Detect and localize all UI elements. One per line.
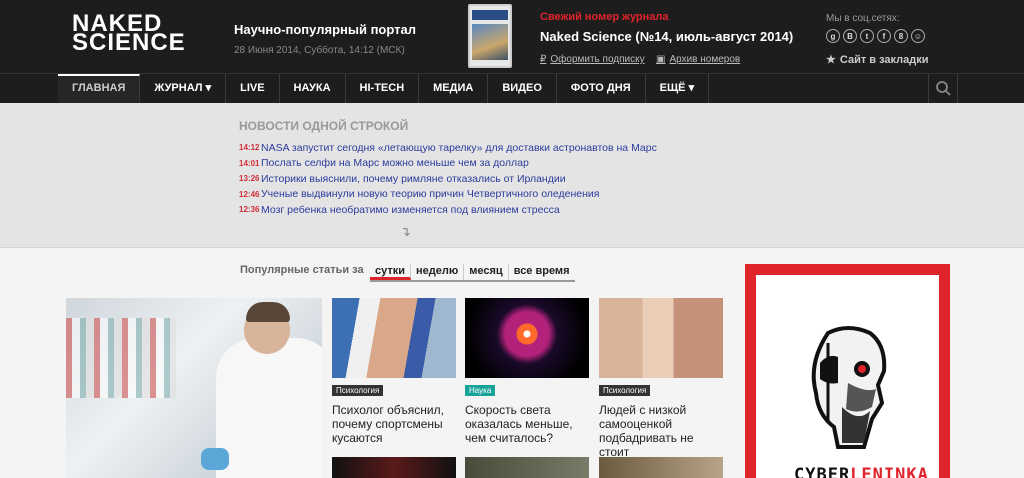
nav-item-hitech[interactable]: HI-TECH [346,74,420,103]
twitter-icon[interactable]: t [860,29,874,43]
tab-month[interactable]: месяц [464,264,509,280]
archive-link[interactable]: ▣ Архив номеров [656,54,740,65]
article-image[interactable] [465,298,589,378]
archive-icon: ▣ [656,54,666,65]
news-headline[interactable]: NASA запустит сегодня «летающую тарелку»… [261,142,657,154]
article-title[interactable]: Скорость света оказалась меньше, чем счи… [465,403,593,445]
news-list: 14:12 NASA запустит сегодня «летающую та… [239,140,657,218]
site-logo[interactable]: NAKED SCIENCE [72,12,186,56]
magazine-cover-thumbnail[interactable] [468,4,512,68]
issue-title[interactable]: Naked Science (№14, июль-август 2014) [540,29,793,44]
fresh-issue-label: Свежий номер журнала [540,11,669,23]
category-badge[interactable]: Психология [599,385,651,396]
article-image[interactable] [599,298,723,378]
logo-line-2: SCIENCE [72,29,186,56]
subscribe-link[interactable]: ₽ Оформить подписку [540,54,645,65]
more-news-arrow-icon[interactable]: ↴ [400,224,411,240]
news-item[interactable]: 14:12 NASA запустит сегодня «летающую та… [239,140,657,156]
nav-item-live[interactable]: LIVE [226,74,280,103]
social-icons: g В t f 8 ☺ [826,29,925,43]
news-headline[interactable]: Мозг ребенка необратимо изменяется под в… [261,204,560,216]
news-headline[interactable]: Послать селфи на Марс можно меньше чем з… [261,157,529,169]
news-time: 14:01 [239,158,260,168]
news-time: 14:12 [239,143,260,153]
site-tagline: Научно-популярный портал [234,22,416,37]
news-time: 12:46 [239,189,260,199]
cyberleninka-banner[interactable]: CYBERLENINKA [745,264,950,478]
tab-all-time[interactable]: все время [509,264,575,280]
nav-item-video[interactable]: ВИДЕО [488,74,557,103]
article-title[interactable]: Людей с низкой самооценкой подбадривать … [599,403,727,459]
subscribe-link-label: Оформить подписку [550,54,645,65]
nav-item-journal[interactable]: ЖУРНАЛ ▾ [140,74,227,103]
nav-item-photo-of-day[interactable]: ФОТО ДНЯ [557,74,646,103]
article-title[interactable]: Психолог объяснил, почему спортсмены кус… [332,403,460,445]
archive-link-label: Архив номеров [669,54,741,65]
ruble-icon: ₽ [540,54,547,65]
main-nav: ГЛАВНАЯ ЖУРНАЛ ▾ LIVE НАУКА HI-TECH МЕДИ… [0,73,1024,103]
article-image[interactable] [332,457,456,478]
google-plus-icon[interactable]: g [826,29,840,43]
bookmark-label: Сайт в закладки [839,53,929,66]
moimir-icon[interactable]: ☺ [911,29,925,43]
news-section-title: НОВОСТИ ОДНОЙ СТРОКОЙ [239,119,409,133]
current-datetime: 28 Июня 2014, Суббота, 14:12 (МСК) [234,45,405,56]
news-headline[interactable]: Ученые выдвинули новую теорию причин Чет… [261,188,600,200]
cyberleninka-wordmark: CYBERLENINKA [794,465,929,478]
news-item[interactable]: 14:01 Послать селфи на Марс можно меньше… [239,156,657,172]
featured-article-image[interactable] [66,298,322,478]
popular-label: Популярные статьи за [240,264,364,276]
news-in-one-line: НОВОСТИ ОДНОЙ СТРОКОЙ 14:12 NASA запусти… [0,103,1024,248]
nav-item-science[interactable]: НАУКА [280,74,346,103]
category-badge[interactable]: Психология [332,385,384,396]
news-headline[interactable]: Историки выяснили, почему римляне отказа… [261,173,566,185]
news-item[interactable]: 13:26 Историки выяснили, почему римляне … [239,171,657,187]
star-icon: ★ [826,54,836,66]
article-image[interactable] [332,298,456,378]
news-time: 12:36 [239,205,260,215]
nav-item-home[interactable]: ГЛАВНАЯ [58,74,141,103]
news-time: 13:26 [239,174,260,184]
social-label: Мы в соц.сетях: [826,13,900,24]
article-image[interactable] [465,457,589,478]
tab-week[interactable]: неделю [411,264,465,280]
news-item[interactable]: 12:46 Ученые выдвинули новую теорию прич… [239,187,657,203]
vkontakte-icon[interactable]: В [843,29,857,43]
bookmark-link[interactable]: ★ Сайт в закладки [826,53,929,67]
nav-item-more[interactable]: ЕЩЁ ▾ [646,74,710,103]
article-image[interactable] [599,457,723,478]
facebook-icon[interactable]: f [877,29,891,43]
search-button[interactable] [928,74,958,103]
popular-period-tabs: сутки неделю месяц все время [370,264,575,282]
site-header: NAKED SCIENCE Научно-популярный портал 2… [0,0,1024,73]
news-item[interactable]: 12:36 Мозг ребенка необратимо изменяется… [239,202,657,218]
cyberleninka-logo-icon [811,326,887,449]
tab-day[interactable]: сутки [370,264,412,280]
nav-item-media[interactable]: МЕДИА [419,74,489,103]
odnoklassniki-icon[interactable]: 8 [894,29,908,43]
search-icon [936,81,951,96]
category-badge[interactable]: Наука [465,385,496,396]
